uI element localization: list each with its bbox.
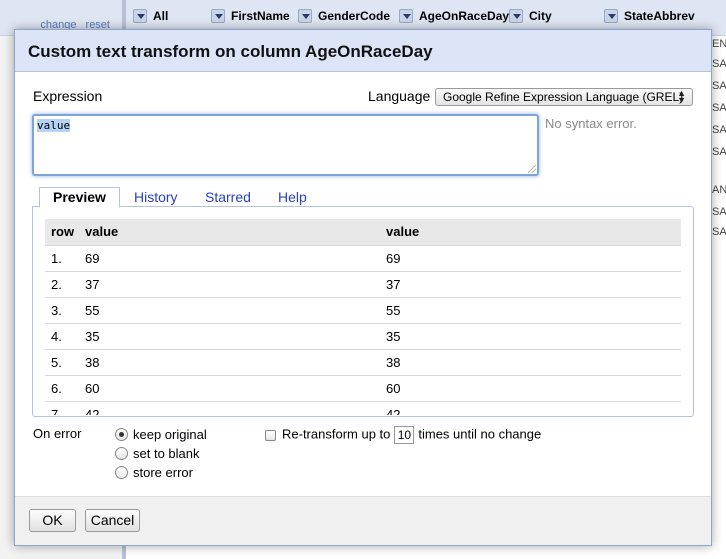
radio-icon[interactable] [115, 447, 128, 461]
resize-grip-icon[interactable] [528, 165, 536, 173]
table-row: 7. 42 42 [45, 400, 681, 415]
radio-keep-original[interactable]: keep original [115, 426, 207, 444]
retransform-count-input[interactable]: 10 [394, 426, 415, 444]
new-value: 35 [380, 322, 681, 349]
original-value: 38 [79, 348, 380, 375]
preview-panel: row value value 1. 69 69 2. 37 37 3. 55 55 4. 3… [32, 206, 694, 417]
expression-input[interactable]: value [32, 114, 539, 176]
preview-table: row value value 1. 69 69 2. 37 37 3. 55 55 4. 3… [45, 219, 681, 415]
tab-history[interactable]: History [134, 187, 178, 207]
row-number: 7. [45, 400, 79, 415]
table-row: 3. 55 55 [45, 296, 681, 323]
grid-cell: SA [712, 146, 726, 158]
tab-starred[interactable]: Starred [205, 187, 251, 207]
row-number: 5. [45, 348, 79, 375]
row-number: 2. [45, 270, 79, 297]
column-header-gendercode[interactable]: GenderCode [298, 8, 390, 28]
syntax-status: No syntax error. [545, 116, 637, 131]
grid-cell: SA [712, 102, 726, 114]
retransform-label-before: Re-transform up to [282, 426, 391, 442]
chevron-down-icon[interactable] [399, 8, 413, 23]
dialog-title: Custom text transform on column AgeOnRac… [15, 30, 711, 72]
original-value: 55 [79, 296, 380, 323]
column-header-firstname[interactable]: FirstName [211, 8, 290, 28]
on-error-label: On error [33, 426, 82, 441]
chevron-down-icon[interactable] [211, 8, 225, 23]
dialog-footer: OK Cancel [15, 496, 711, 545]
row-number: 3. [45, 296, 79, 323]
radio-set-to-blank[interactable]: set to blank [115, 445, 200, 463]
original-value: 37 [79, 270, 380, 297]
custom-transform-dialog: Custom text transform on column AgeOnRac… [14, 29, 712, 546]
grid-cell: SA [712, 58, 726, 70]
preview-scroll-area[interactable]: row value value 1. 69 69 2. 37 37 3. 55 55 4. 3… [45, 219, 681, 415]
header-value-new: value [380, 219, 681, 245]
column-header-ageonraceday[interactable]: AgeOnRaceDay [399, 8, 509, 28]
expression-label: Expression [33, 88, 103, 104]
grid-cell: AN [712, 184, 726, 196]
table-row: 1. 69 69 [45, 244, 681, 271]
retransform-label-after: times until no change [418, 426, 542, 442]
original-value: 35 [79, 322, 380, 349]
row-number: 4. [45, 322, 79, 349]
retransform-checkbox[interactable] [265, 429, 276, 441]
ok-button[interactable]: OK [29, 509, 76, 532]
select-arrows-icon: ▲ ▼ [677, 88, 686, 105]
chevron-down-icon[interactable] [133, 8, 147, 23]
grid-cell: EN [712, 38, 726, 50]
radio-selected-icon[interactable] [115, 428, 128, 442]
table-row: 2. 37 37 [45, 270, 681, 297]
language-select[interactable]: Google Refine Expression Language (GREL)… [435, 88, 693, 106]
row-number: 6. [45, 374, 79, 401]
original-value: 69 [79, 244, 380, 271]
cancel-button[interactable]: Cancel [85, 509, 140, 532]
table-row: 4. 35 35 [45, 322, 681, 349]
new-value: 55 [380, 296, 681, 323]
row-number: 1. [45, 244, 79, 271]
grid-cell: SA [712, 226, 726, 238]
table-row: 6. 60 60 [45, 374, 681, 401]
expression-text: value [37, 119, 71, 132]
radio-store-error[interactable]: store error [115, 464, 193, 482]
grid-cell: SA [712, 80, 726, 92]
preview-header-row: row value value [45, 219, 681, 245]
chevron-down-icon[interactable] [298, 8, 312, 23]
tab-preview[interactable]: Preview [39, 187, 120, 208]
grid-cell: SA [712, 124, 726, 136]
new-value: 38 [380, 348, 681, 375]
language-label: Language [368, 88, 431, 104]
new-value: 60 [380, 374, 681, 401]
chevron-down-icon[interactable] [509, 8, 523, 23]
new-value: 69 [380, 244, 681, 271]
table-row: 5. 38 38 [45, 348, 681, 375]
column-header-stateabbrev[interactable]: StateAbbrev [604, 8, 695, 28]
chevron-down-icon[interactable] [604, 8, 618, 23]
original-value: 42 [79, 400, 380, 415]
new-value: 42 [380, 400, 681, 415]
header-value-original: value [79, 219, 380, 245]
retransform-option: Re-transform up to 10 times until no chang… [265, 426, 541, 444]
grid-cell: SA [712, 206, 726, 218]
language-select-value: Google Refine Expression Language (GREL) [443, 90, 684, 104]
column-header-city[interactable]: City [509, 8, 552, 28]
radio-icon[interactable] [115, 466, 128, 480]
header-row: row [45, 219, 79, 245]
new-value: 37 [380, 270, 681, 297]
tab-help[interactable]: Help [278, 187, 307, 207]
original-value: 60 [79, 374, 380, 401]
column-header-all[interactable]: All [133, 8, 168, 28]
